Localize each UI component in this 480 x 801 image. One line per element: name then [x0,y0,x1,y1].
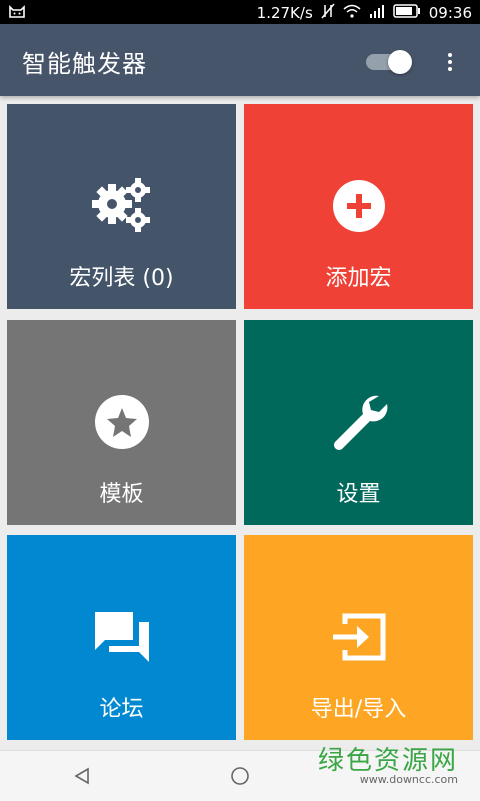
wifi-icon [343,4,361,22]
tile-add-macro[interactable]: 添加宏 [244,104,473,309]
toggle-switch[interactable] [364,50,414,74]
tile-templates[interactable]: 模板 [7,320,236,525]
watermark: 绿色资源网 www.downcc.com [318,747,458,786]
tile-forum[interactable]: 论坛 [7,535,236,740]
overflow-menu-icon[interactable] [436,50,464,74]
add-circle-icon [244,176,473,236]
tile-macro-list[interactable]: 宏列表 (0) [7,104,236,309]
wrench-icon [244,392,473,452]
battery-icon [393,4,421,22]
main-grid: 宏列表 (0) 添加宏 模板 设置 论坛 导出/导入 [0,98,480,746]
network-speed: 1.27K/s [256,4,313,22]
forum-chat-icon [7,607,236,667]
app-bar: 智能触发器 [0,24,480,96]
gears-icon [7,176,236,236]
clock: 09:36 [428,4,472,22]
back-icon[interactable] [72,766,92,790]
tile-label: 宏列表 (0) [69,266,174,291]
tile-label: 模板 [99,482,144,507]
tile-label: 设置 [336,482,381,507]
cat-notification-icon [8,4,26,24]
home-icon[interactable] [230,766,250,790]
star-circle-icon [7,392,236,452]
watermark-text: 绿色资源网 [317,746,458,776]
toggle-knob [388,50,412,74]
tile-label: 论坛 [99,697,144,722]
data-off-icon [321,3,335,23]
page-title: 智能触发器 [22,50,147,78]
tile-settings[interactable]: 设置 [244,320,473,525]
signal-icon [369,4,385,22]
tile-label: 添加宏 [325,266,392,291]
tile-import-export[interactable]: 导出/导入 [244,535,473,740]
status-bar: 1.27K/s 09:36 [0,0,480,24]
tile-label: 导出/导入 [310,697,407,722]
import-export-icon [244,607,473,667]
